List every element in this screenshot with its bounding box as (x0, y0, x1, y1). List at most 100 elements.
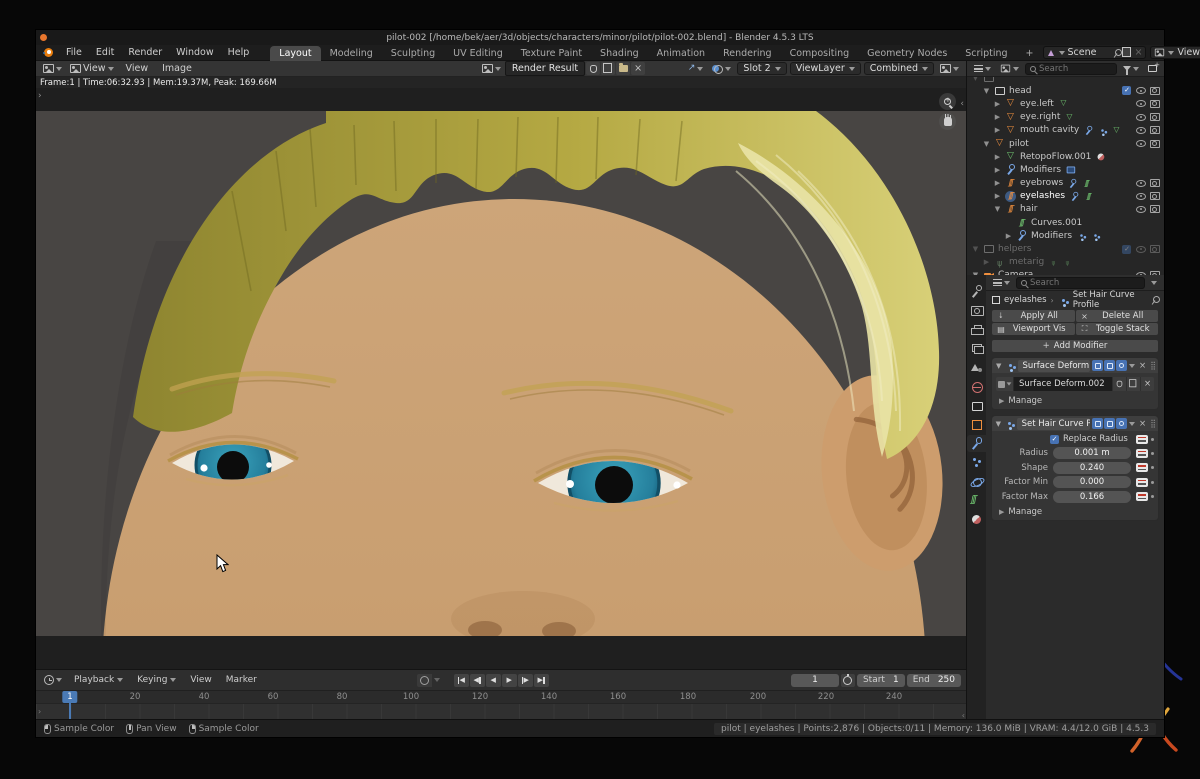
playhead[interactable] (69, 703, 71, 719)
properties-search[interactable] (1016, 277, 1145, 289)
eye-toggle-icon[interactable] (1135, 270, 1146, 275)
node-socket-icon[interactable] (1136, 478, 1148, 487)
mode-dropdown[interactable]: View (67, 62, 117, 75)
play-reverse-button[interactable]: ◀ (486, 674, 501, 687)
eye-toggle-icon[interactable] (1135, 244, 1146, 255)
modifier-panel-header[interactable]: ▼ Surface Deform × ⣿ (992, 358, 1158, 373)
viewport-vis-button[interactable]: ▤Viewport Vis (992, 323, 1075, 335)
expander-icon[interactable]: ▶ (993, 192, 1002, 200)
display-channels-dropdown[interactable] (937, 63, 962, 74)
datablock-browse-button[interactable] (996, 377, 1013, 391)
image-viewport[interactable]: Frame:1 | Time:06:32.93 | Mem:19.37M, Pe… (36, 77, 966, 669)
properties-tab-object[interactable] (967, 416, 986, 433)
camera-toggle-icon[interactable] (1149, 112, 1160, 123)
drag-handle[interactable]: ⣿ (1150, 361, 1155, 370)
timeline-menu-playback[interactable]: Playback (67, 674, 130, 686)
properties-tab-tool[interactable] (967, 283, 986, 300)
pin-icon[interactable] (1113, 49, 1121, 57)
workspace-tab-sculpting[interactable]: Sculpting (382, 46, 444, 61)
expander-icon[interactable]: ▶ (993, 126, 1002, 134)
outliner-row-retopoflow-001[interactable]: ▶RetopoFlow.001 (967, 150, 1164, 163)
expander-icon[interactable]: ▼ (982, 87, 991, 95)
timeline-ruler[interactable]: 20406080100120140160180200220240 (36, 691, 966, 704)
edit-mode-toggle[interactable] (1092, 418, 1103, 429)
end-frame-field[interactable]: End250 (907, 674, 961, 687)
jump-to-start-button[interactable]: ◀ (454, 674, 469, 687)
camera-toggle-icon[interactable] (1149, 125, 1160, 136)
camera-toggle-icon[interactable] (1149, 178, 1160, 189)
properties-search-input[interactable] (1030, 278, 1140, 288)
properties-tab-world[interactable] (967, 378, 986, 395)
expander-icon[interactable]: ▶ (993, 179, 1002, 187)
field-value[interactable]: 0.240 (1053, 462, 1131, 474)
properties-tab-particles[interactable] (967, 454, 986, 471)
timeline-track[interactable] (36, 704, 966, 719)
outliner-row-helpers[interactable]: ▼helpers (967, 242, 1164, 255)
unlink-scene-icon[interactable]: × (1134, 47, 1142, 58)
animate-dot-icon[interactable] (1151, 452, 1154, 455)
camera-toggle-icon[interactable] (1149, 204, 1160, 215)
fake-user-button[interactable] (586, 62, 600, 75)
eye-toggle-icon[interactable] (1135, 85, 1146, 96)
field-value[interactable]: 0.001 m (1053, 447, 1131, 459)
remove-modifier-icon[interactable]: × (1137, 419, 1148, 429)
add-modifier-button[interactable]: +Add Modifier (992, 340, 1158, 352)
animate-dot-icon[interactable] (1151, 466, 1154, 469)
modifier-name[interactable]: Set Hair Curve P... (1017, 418, 1090, 430)
outliner-row-eyebrows[interactable]: ▶eyebrows (967, 177, 1164, 190)
overlays-toggle[interactable] (709, 63, 734, 74)
slot-select[interactable]: Slot 2 (737, 62, 786, 75)
outliner-row-pilot[interactable]: ▼pilot (967, 137, 1164, 150)
new-collection-button[interactable] (1145, 64, 1160, 73)
apply-all-button[interactable]: ⭣Apply All (992, 310, 1075, 322)
prev-keyframe-button[interactable]: ◀ (470, 674, 485, 687)
realtime-toggle[interactable] (1104, 418, 1115, 429)
workspace-tab-scripting[interactable]: Scripting (956, 46, 1016, 61)
toolbar-expand-icon[interactable]: › (38, 91, 42, 101)
open-image-button[interactable] (616, 62, 630, 75)
sidebar-collapse-icon[interactable]: ‹ (962, 711, 965, 719)
visibility-checkbox[interactable] (1122, 245, 1131, 254)
expander-icon[interactable]: ▼ (993, 205, 1002, 213)
expander-icon[interactable]: ▶ (1004, 232, 1013, 240)
workspace-tab-layout[interactable]: Layout (270, 46, 320, 61)
extras-dropdown-icon[interactable] (1129, 422, 1135, 426)
node-socket-icon[interactable] (1136, 435, 1148, 444)
collapse-icon[interactable]: ▼ (995, 362, 1003, 370)
timeline-body[interactable]: 20406080100120140160180200220240 › ‹ 1 (36, 691, 966, 719)
breadcrumb-object[interactable]: eyelashes (1004, 295, 1047, 305)
replace-radius-checkbox[interactable] (1050, 435, 1059, 444)
properties-tab-viewlayer[interactable] (967, 340, 986, 357)
outliner-row-eyelashes[interactable]: ▶eyelashes (967, 190, 1164, 203)
workspace-tab-compositing[interactable]: Compositing (781, 46, 859, 61)
field-value[interactable]: 0.166 (1053, 491, 1131, 503)
render-toggle[interactable] (1116, 418, 1127, 429)
properties-tab-collection[interactable] (967, 397, 986, 414)
gizmos-toggle[interactable]: ↗ (685, 63, 707, 74)
display-mode-dropdown[interactable] (997, 63, 1022, 74)
editor-type-dropdown[interactable] (971, 64, 994, 73)
camera-toggle-icon[interactable] (1149, 244, 1160, 255)
layer-select[interactable]: ViewLayer (790, 62, 861, 75)
outliner-search[interactable] (1025, 63, 1117, 75)
fake-user-button[interactable] (1112, 377, 1126, 391)
pass-select[interactable]: Combined (864, 62, 934, 75)
animate-dot-icon[interactable] (1151, 495, 1154, 498)
toggle-stack-button[interactable]: ⛶Toggle Stack (1076, 323, 1159, 335)
collapse-icon[interactable]: ▼ (995, 420, 1002, 428)
expander-icon[interactable]: ▶ (993, 113, 1002, 121)
outliner-row-head[interactable]: ▼head (967, 84, 1164, 97)
remove-modifier-icon[interactable]: × (1137, 361, 1148, 371)
start-frame-field[interactable]: Start1 (857, 674, 905, 687)
image-datablock-name[interactable]: Render Result (505, 61, 585, 76)
expander-icon[interactable]: ▶ (993, 166, 1002, 174)
properties-tab-modifier[interactable] (967, 435, 986, 452)
expander-icon[interactable]: ▼ (971, 245, 980, 253)
eye-toggle-icon[interactable] (1135, 112, 1146, 123)
camera-toggle-icon[interactable] (1149, 191, 1160, 202)
outliner-row-curves-001[interactable]: Curves.001 (967, 216, 1164, 229)
drag-handle[interactable]: ⣿ (1150, 419, 1155, 428)
properties-tab-scene[interactable] (967, 359, 986, 376)
animate-dot-icon[interactable] (1151, 438, 1154, 441)
camera-toggle-icon[interactable] (1149, 85, 1160, 96)
